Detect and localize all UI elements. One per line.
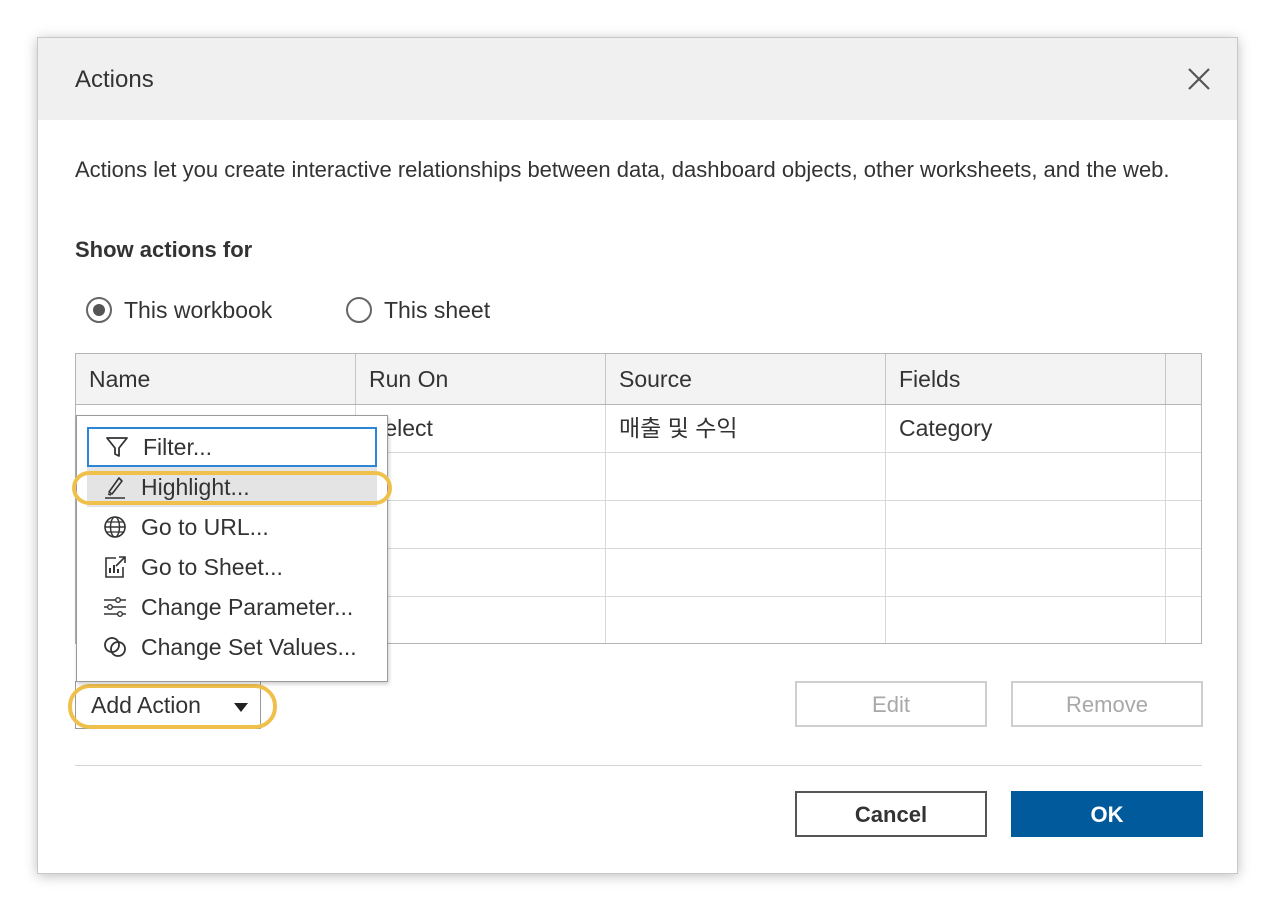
cell-source [606, 453, 886, 500]
radio-label: This sheet [384, 296, 491, 323]
edit-button[interactable]: Edit [795, 681, 987, 727]
radio-this-sheet[interactable]: This sheet [346, 295, 490, 325]
radio-unchecked-icon [346, 297, 372, 323]
menu-item-filter[interactable]: Filter... [87, 427, 377, 467]
cell-run-on [356, 597, 606, 643]
cell-fields [886, 501, 1166, 548]
cell-fields [886, 549, 1166, 596]
menu-item-change-set-values[interactable]: Change Set Values... [87, 627, 377, 667]
menu-item-change-parameter[interactable]: Change Parameter... [87, 587, 377, 627]
actions-dialog: Actions Actions let you create interacti… [37, 37, 1238, 874]
chevron-down-icon [234, 703, 248, 712]
footer-divider [75, 765, 1202, 766]
cell-fields: Category [886, 405, 1166, 452]
cell-run-on [356, 549, 606, 596]
add-action-menu: Filter... Highlight... Go to URL... Go t… [76, 415, 388, 682]
globe-icon [104, 516, 126, 538]
ok-button[interactable]: OK [1011, 791, 1203, 837]
cell-fields [886, 597, 1166, 643]
menu-item-label: Highlight... [141, 473, 250, 500]
dialog-description: Actions let you create interactive relat… [75, 157, 1170, 182]
radio-this-workbook[interactable]: This workbook [86, 295, 272, 325]
add-action-label: Add Action [91, 692, 201, 718]
cell-source [606, 597, 886, 643]
cell-run-on [356, 453, 606, 500]
show-actions-for-label: Show actions for [75, 237, 253, 262]
filter-icon [106, 437, 128, 457]
menu-item-label: Change Parameter... [141, 593, 354, 620]
menu-item-go-to-url[interactable]: Go to URL... [87, 507, 377, 547]
column-header-name[interactable]: Name [76, 354, 356, 404]
add-action-button[interactable]: Add Action [75, 681, 261, 729]
table-header: Name Run On Source Fields [76, 354, 1201, 405]
remove-button[interactable]: Remove [1011, 681, 1203, 727]
menu-item-label: Change Set Values... [141, 633, 357, 660]
sliders-icon [104, 596, 126, 618]
menu-item-label: Go to URL... [141, 513, 269, 540]
radio-checked-icon [86, 297, 112, 323]
set-values-icon [104, 637, 126, 657]
menu-item-go-to-sheet[interactable]: Go to Sheet... [87, 547, 377, 587]
close-icon[interactable] [1185, 65, 1213, 93]
radio-label: This workbook [124, 296, 273, 323]
menu-item-label: Filter... [143, 433, 213, 460]
column-header-run-on[interactable]: Run On [356, 354, 606, 404]
menu-item-highlight[interactable]: Highlight... [87, 467, 377, 507]
highlighter-icon [105, 477, 125, 499]
cell-run-on: Select [356, 405, 606, 452]
cell-source [606, 501, 886, 548]
cell-source: 매출 및 수익 [606, 405, 886, 452]
cell-run-on [356, 501, 606, 548]
cell-source [606, 549, 886, 596]
column-header-source[interactable]: Source [606, 354, 886, 404]
dialog-titlebar: Actions [38, 38, 1237, 120]
cell-fields [886, 453, 1166, 500]
column-header-fields[interactable]: Fields [886, 354, 1166, 404]
cancel-button[interactable]: Cancel [795, 791, 987, 837]
dialog-title: Actions [75, 66, 154, 93]
go-to-sheet-icon [105, 556, 126, 578]
menu-item-label: Go to Sheet... [141, 553, 283, 580]
